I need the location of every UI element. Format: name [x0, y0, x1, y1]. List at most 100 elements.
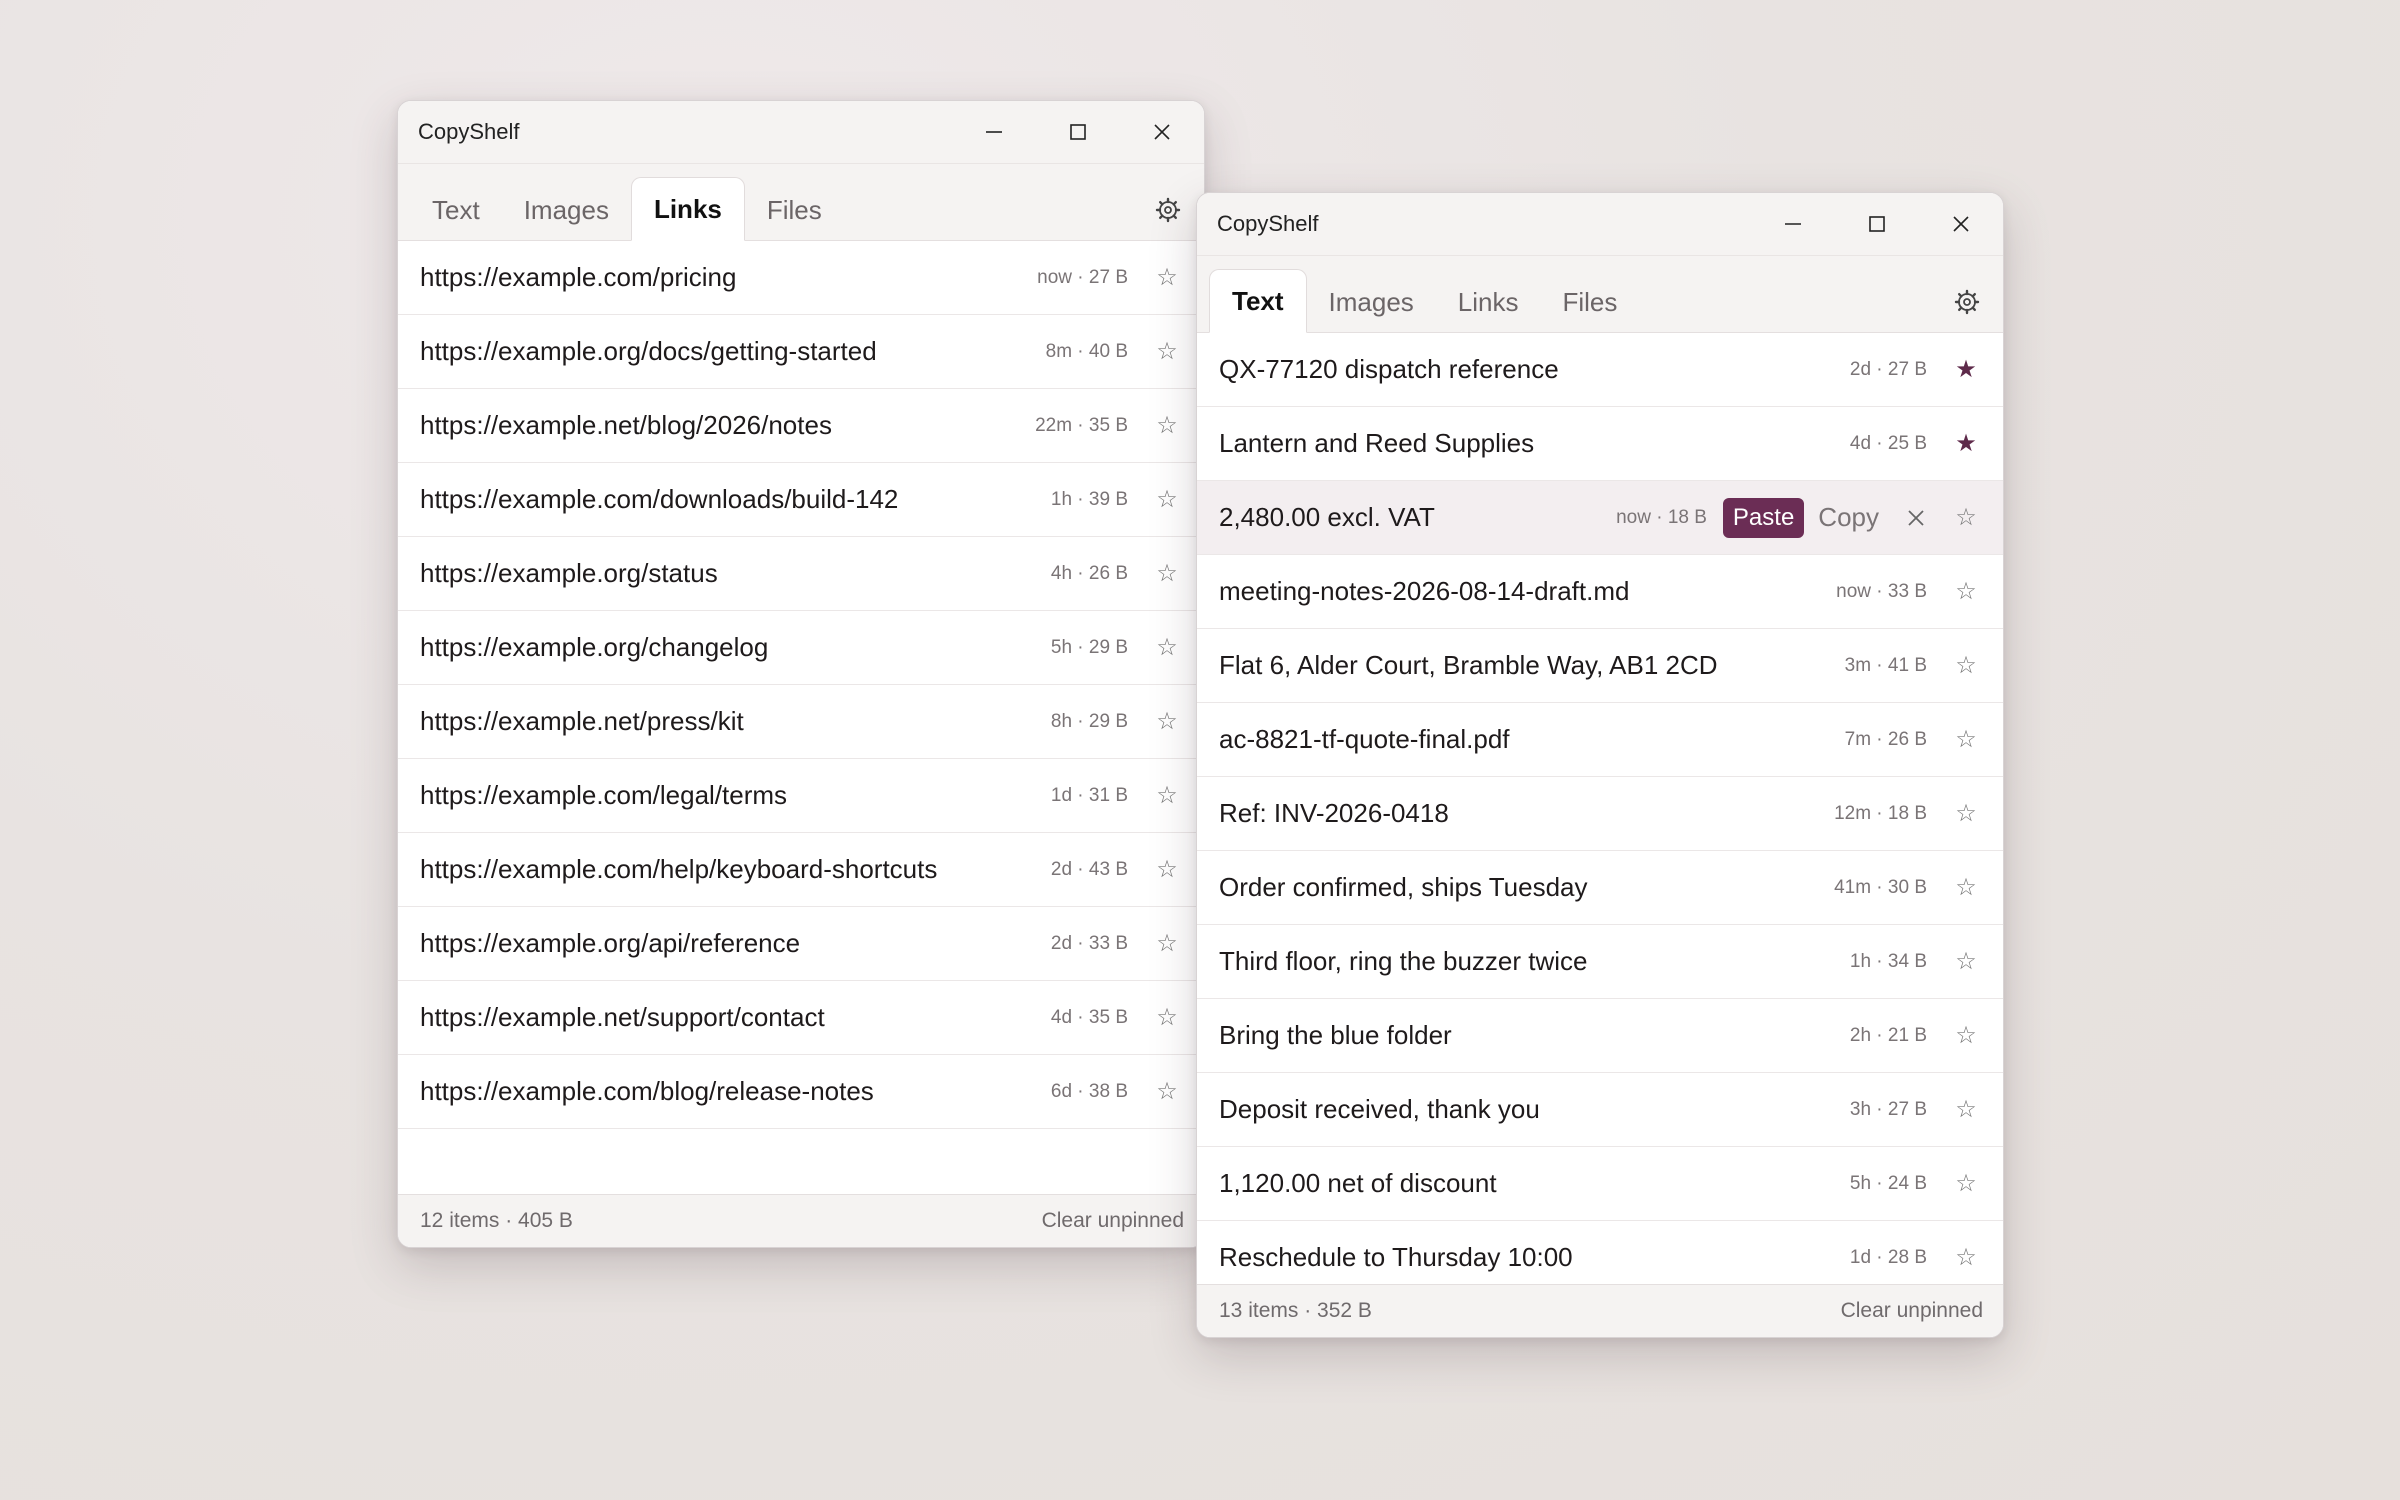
- star-icon[interactable]: ☆: [1943, 651, 1989, 680]
- clip-row[interactable]: https://example.org/status 4h · 26 B ☆: [398, 537, 1204, 611]
- clip-row[interactable]: https://example.com/downloads/build-142 1…: [398, 463, 1204, 537]
- clip-row[interactable]: https://example.org/api/reference 2d · 33…: [398, 907, 1204, 981]
- star-icon[interactable]: ☆: [1943, 1169, 1989, 1198]
- minimize-button[interactable]: [952, 101, 1036, 163]
- clip-text: https://example.net/press/kit: [420, 706, 744, 736]
- star-icon[interactable]: ☆: [1144, 337, 1190, 366]
- clip-meta: 4h · 26 B: [1050, 562, 1128, 584]
- status-footer: 13 items · 352 B Clear unpinned: [1197, 1284, 2003, 1337]
- clip-row[interactable]: meeting-notes-2026-08-14-draft.md now · 3…: [1197, 555, 2003, 629]
- star-icon[interactable]: ☆: [1943, 503, 1989, 532]
- star-icon[interactable]: ☆: [1943, 1095, 1989, 1124]
- clip-text: Order confirmed, ships Tuesday: [1219, 872, 1588, 902]
- title-bar[interactable]: CopyShelf: [398, 101, 1204, 164]
- star-icon[interactable]: ☆: [1144, 781, 1190, 810]
- item-summary: 12 items · 405 B: [420, 1209, 573, 1232]
- tab-links[interactable]: Links: [1436, 271, 1541, 333]
- clip-meta: 8h · 29 B: [1050, 710, 1128, 732]
- clip-row[interactable]: ac-8821-tf-quote-final.pdf 7m · 26 B ☆: [1197, 703, 2003, 777]
- clip-row[interactable]: https://example.com/help/keyboard-shortc…: [398, 833, 1204, 907]
- minimize-button[interactable]: [1751, 193, 1835, 255]
- clear-unpinned-button[interactable]: Clear unpinned: [1042, 1209, 1184, 1233]
- star-icon[interactable]: ☆: [1943, 799, 1989, 828]
- star-icon[interactable]: ☆: [1144, 1003, 1190, 1032]
- clip-text: ac-8821-tf-quote-final.pdf: [1219, 724, 1510, 754]
- tab-files[interactable]: Files: [745, 179, 844, 241]
- clip-row[interactable]: https://example.com/blog/release-notes 6d…: [398, 1055, 1204, 1129]
- clip-row[interactable]: Lantern and Reed Supplies 4d · 25 B ★: [1197, 407, 2003, 481]
- clip-meta: 7m · 26 B: [1844, 728, 1927, 750]
- star-icon[interactable]: ☆: [1943, 725, 1989, 754]
- settings-button[interactable]: [1949, 284, 1985, 320]
- clip-list: https://example.com/pricing now · 27 B ☆ ht…: [398, 241, 1204, 1129]
- clip-meta: 22m · 35 B: [1035, 414, 1128, 436]
- clip-text: https://example.org/changelog: [420, 632, 769, 662]
- clip-row[interactable]: https://example.org/changelog 5h · 29 B ☆: [398, 611, 1204, 685]
- clip-text: https://example.org/docs/getting-started: [420, 336, 877, 366]
- clip-row[interactable]: Flat 6, Alder Court, Bramble Way, AB1 2C…: [1197, 629, 2003, 703]
- tab-links[interactable]: Links: [630, 177, 745, 241]
- clip-row[interactable]: https://example.net/support/contact 4d · …: [398, 981, 1204, 1055]
- clip-row[interactable]: QX-77120 dispatch reference 2d · 27 B ★: [1197, 333, 2003, 407]
- title-bar[interactable]: CopyShelf: [1197, 193, 2003, 256]
- clip-row[interactable]: Ref: INV-2026-0418 12m · 18 B ☆: [1197, 777, 2003, 851]
- clip-text: QX-77120 dispatch reference: [1219, 354, 1559, 384]
- star-icon[interactable]: ☆: [1144, 633, 1190, 662]
- tab-text[interactable]: Text: [410, 179, 502, 241]
- star-icon[interactable]: ☆: [1144, 1077, 1190, 1106]
- star-icon[interactable]: ★: [1943, 355, 1989, 384]
- clip-row[interactable]: 1,120.00 net of discount 5h · 24 B ☆: [1197, 1147, 2003, 1221]
- clip-text: https://example.net/blog/2026/notes: [420, 410, 832, 440]
- star-icon[interactable]: ☆: [1144, 485, 1190, 514]
- tab-images[interactable]: Images: [502, 179, 631, 241]
- gear-icon: [1155, 197, 1181, 223]
- copyshelf-text-window: CopyShelf Text Images Links Files QX-771…: [1196, 192, 2004, 1338]
- clip-meta: 4d · 25 B: [1849, 432, 1927, 454]
- star-icon[interactable]: ☆: [1144, 929, 1190, 958]
- clip-row[interactable]: https://example.com/legal/terms 1d · 31 B…: [398, 759, 1204, 833]
- star-icon[interactable]: ☆: [1144, 855, 1190, 884]
- clip-row[interactable]: https://example.com/pricing now · 27 B ☆: [398, 241, 1204, 315]
- clip-row[interactable]: 2,480.00 excl. VAT now · 18 B Paste Copy ☆: [1197, 481, 2003, 555]
- clip-meta: now · 18 B: [1616, 506, 1707, 528]
- clip-row[interactable]: Deposit received, thank you 3h · 27 B ☆: [1197, 1073, 2003, 1147]
- clip-meta: now · 27 B: [1037, 266, 1128, 288]
- clip-meta: 8m · 40 B: [1045, 340, 1128, 362]
- star-icon[interactable]: ☆: [1144, 263, 1190, 292]
- star-icon[interactable]: ☆: [1144, 707, 1190, 736]
- maximize-button[interactable]: [1036, 101, 1120, 163]
- clip-row[interactable]: https://example.net/press/kit 8h · 29 B ☆: [398, 685, 1204, 759]
- settings-button[interactable]: [1150, 192, 1186, 228]
- clip-meta: 3h · 27 B: [1849, 1098, 1927, 1120]
- tab-files[interactable]: Files: [1541, 271, 1640, 333]
- clip-row[interactable]: https://example.org/docs/getting-started…: [398, 315, 1204, 389]
- clip-text: https://example.com/downloads/build-142: [420, 484, 899, 514]
- clip-list: QX-77120 dispatch reference 2d · 27 B ★ Lan…: [1197, 333, 2003, 1295]
- paste-button[interactable]: Paste: [1722, 497, 1805, 538]
- clip-meta: 2d · 27 B: [1849, 358, 1927, 380]
- star-icon[interactable]: ☆: [1943, 1021, 1989, 1050]
- tab-images[interactable]: Images: [1307, 271, 1436, 333]
- copy-button[interactable]: Copy: [1818, 502, 1879, 533]
- maximize-button[interactable]: [1835, 193, 1919, 255]
- clear-unpinned-button[interactable]: Clear unpinned: [1841, 1299, 1983, 1323]
- clip-row[interactable]: Order confirmed, ships Tuesday 41m · 30 B…: [1197, 851, 2003, 925]
- remove-button[interactable]: [1901, 503, 1931, 533]
- status-footer: 12 items · 405 B Clear unpinned: [398, 1194, 1204, 1247]
- star-icon[interactable]: ☆: [1943, 577, 1989, 606]
- clip-row[interactable]: https://example.net/blog/2026/notes 22m ·…: [398, 389, 1204, 463]
- close-button[interactable]: [1919, 193, 2003, 255]
- maximize-icon: [1869, 216, 1885, 232]
- clip-meta: 2d · 43 B: [1050, 858, 1128, 880]
- star-icon[interactable]: ☆: [1943, 873, 1989, 902]
- star-icon[interactable]: ☆: [1943, 947, 1989, 976]
- star-icon[interactable]: ☆: [1943, 1243, 1989, 1272]
- star-icon[interactable]: ☆: [1144, 559, 1190, 588]
- close-button[interactable]: [1120, 101, 1204, 163]
- tab-text[interactable]: Text: [1209, 269, 1307, 333]
- clip-row[interactable]: Third floor, ring the buzzer twice 1h · 3…: [1197, 925, 2003, 999]
- clip-row[interactable]: Bring the blue folder 2h · 21 B ☆: [1197, 999, 2003, 1073]
- star-icon[interactable]: ★: [1943, 429, 1989, 458]
- clip-text: https://example.org/status: [420, 558, 718, 588]
- star-icon[interactable]: ☆: [1144, 411, 1190, 440]
